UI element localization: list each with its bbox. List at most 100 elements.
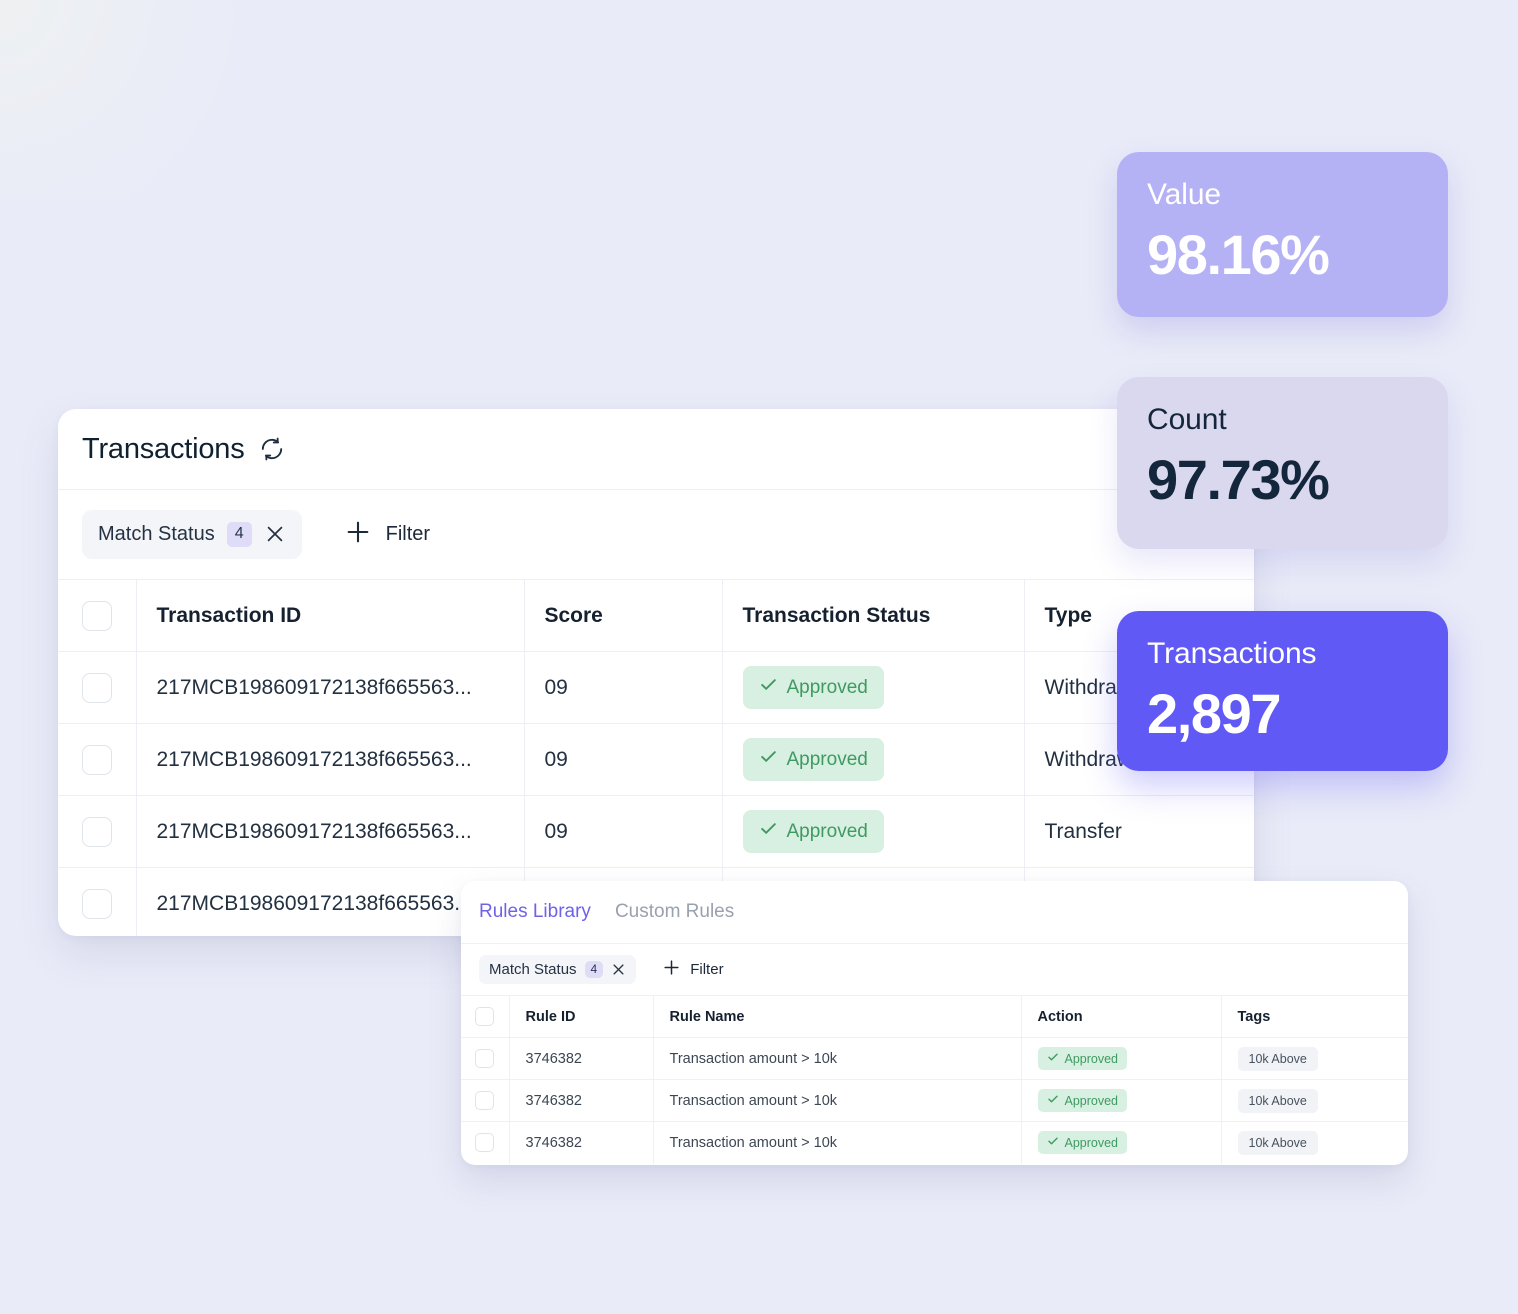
tag-badge: 10k Above xyxy=(1237,1046,1318,1071)
cell-transaction-id: 217MCB198609172138f665563... xyxy=(136,795,525,868)
page-title: Transactions xyxy=(82,432,245,465)
cell-transaction-status: Approved xyxy=(722,651,1025,724)
filter-chip-count: 4 xyxy=(584,960,604,979)
column-header-transaction-status[interactable]: Transaction Status xyxy=(722,579,1025,652)
cell-action: Approved xyxy=(1021,1037,1222,1080)
refresh-icon[interactable] xyxy=(259,436,285,462)
tab-custom-rules[interactable]: Custom Rules xyxy=(615,901,734,923)
select-all-checkbox[interactable] xyxy=(475,1007,495,1026)
select-all-cell[interactable] xyxy=(461,995,510,1038)
close-icon[interactable] xyxy=(611,962,626,977)
table-row[interactable]: 3746382 Transaction amount > 10k Approve… xyxy=(461,1079,1408,1122)
close-icon[interactable] xyxy=(264,523,286,545)
cell-action: Approved xyxy=(1021,1079,1222,1122)
add-filter-label: Filter xyxy=(385,523,431,545)
cell-rule-id: 3746382 xyxy=(509,1037,654,1080)
row-select-cell[interactable] xyxy=(58,651,137,724)
status-badge: Approved xyxy=(742,810,884,853)
row-checkbox[interactable] xyxy=(475,1049,495,1068)
action-badge: Approved xyxy=(1037,1047,1128,1070)
check-icon xyxy=(1047,1093,1059,1108)
status-badge-label: Approved xyxy=(786,748,868,770)
column-header-rule-name[interactable]: Rule Name xyxy=(653,995,1022,1038)
select-all-checkbox[interactable] xyxy=(81,600,112,631)
table-row[interactable]: 217MCB198609172138f665563... 09 Approved… xyxy=(58,795,1254,868)
row-checkbox[interactable] xyxy=(475,1133,495,1153)
column-header-tags[interactable]: Tags xyxy=(1221,995,1408,1038)
table-row[interactable]: 217MCB198609172138f665563... 09 Approved… xyxy=(58,723,1254,796)
table-header-row: Rule ID Rule Name Action Tags xyxy=(461,995,1408,1038)
cell-rule-name: Transaction amount > 10k xyxy=(653,1079,1022,1122)
screenshot-stage: Transactions Match Status 4 Filter Trans… xyxy=(0,0,1518,1314)
check-icon xyxy=(759,747,778,772)
row-checkbox[interactable] xyxy=(81,744,112,775)
rules-tab-bar: Rules Library Custom Rules xyxy=(461,881,1408,943)
cell-tags: 10k Above xyxy=(1221,1079,1408,1122)
add-filter-button[interactable]: Filter xyxy=(662,958,724,981)
filter-chip-match-status[interactable]: Match Status 4 xyxy=(479,954,637,985)
filter-chip-label: Match Status xyxy=(98,522,215,545)
column-header-rule-id[interactable]: Rule ID xyxy=(509,995,654,1038)
column-header-transaction-id[interactable]: Transaction ID xyxy=(136,579,525,652)
stat-card-transactions: Transactions 2,897 xyxy=(1117,611,1448,771)
row-select-cell[interactable] xyxy=(58,867,137,936)
tag-badge: 10k Above xyxy=(1237,1130,1318,1155)
stat-card-value: Value 98.16% xyxy=(1117,152,1448,317)
column-header-score[interactable]: Score xyxy=(524,579,723,652)
cell-rule-name: Transaction amount > 10k xyxy=(653,1121,1022,1164)
cell-transaction-status: Approved xyxy=(722,795,1025,868)
row-checkbox[interactable] xyxy=(81,672,112,703)
table-header-row: Transaction ID Score Transaction Status … xyxy=(58,579,1254,652)
cell-rule-id: 3746382 xyxy=(509,1121,654,1164)
row-select-cell[interactable] xyxy=(58,795,137,868)
check-icon xyxy=(759,819,778,844)
action-badge: Approved xyxy=(1037,1089,1128,1112)
cell-tags: 10k Above xyxy=(1221,1037,1408,1080)
transactions-filter-bar: Match Status 4 Filter xyxy=(58,489,1254,579)
row-select-cell[interactable] xyxy=(461,1037,510,1080)
row-select-cell[interactable] xyxy=(461,1079,510,1122)
rules-table: Rule ID Rule Name Action Tags 3746382 Tr… xyxy=(461,995,1408,1164)
table-row[interactable]: 3746382 Transaction amount > 10k Approve… xyxy=(461,1121,1408,1164)
row-select-cell[interactable] xyxy=(461,1121,510,1164)
cell-type: Transfer xyxy=(1024,795,1254,868)
check-icon xyxy=(759,675,778,700)
transactions-header: Transactions xyxy=(58,409,1254,489)
add-filter-button[interactable]: Filter xyxy=(344,518,430,552)
cell-tags: 10k Above xyxy=(1221,1121,1408,1164)
cell-score: 09 xyxy=(524,795,723,868)
filter-chip-label: Match Status xyxy=(489,961,577,978)
stat-card-label: Transactions xyxy=(1147,637,1317,670)
stat-card-value-text: 98.16% xyxy=(1147,223,1330,286)
row-checkbox[interactable] xyxy=(81,888,112,919)
select-all-cell[interactable] xyxy=(58,579,137,652)
table-row[interactable]: 217MCB198609172138f665563... 09 Approved… xyxy=(58,651,1254,724)
check-icon xyxy=(1047,1135,1059,1150)
cell-transaction-status: Approved xyxy=(722,723,1025,796)
row-select-cell[interactable] xyxy=(58,723,137,796)
tab-rules-library[interactable]: Rules Library xyxy=(479,901,591,923)
stat-card-count: Count 97.73% xyxy=(1117,377,1448,549)
status-badge-label: Approved xyxy=(786,676,868,698)
action-badge-label: Approved xyxy=(1064,1135,1119,1150)
add-filter-label: Filter xyxy=(690,961,724,978)
row-checkbox[interactable] xyxy=(475,1091,495,1110)
row-checkbox[interactable] xyxy=(81,816,112,847)
transactions-panel: Transactions Match Status 4 Filter Trans… xyxy=(58,409,1254,936)
filter-chip-match-status[interactable]: Match Status 4 xyxy=(82,510,302,559)
cell-score: 09 xyxy=(524,651,723,724)
status-badge: Approved xyxy=(742,666,884,709)
column-header-action[interactable]: Action xyxy=(1021,995,1222,1038)
tag-badge: 10k Above xyxy=(1237,1088,1318,1113)
table-row[interactable]: 3746382 Transaction amount > 10k Approve… xyxy=(461,1037,1408,1080)
action-badge-label: Approved xyxy=(1064,1093,1119,1108)
stat-card-label: Value xyxy=(1147,178,1222,211)
cell-transaction-id: 217MCB198609172138f665563... xyxy=(136,723,525,796)
status-badge: Approved xyxy=(742,738,884,781)
check-icon xyxy=(1047,1051,1059,1066)
plus-icon xyxy=(662,958,681,981)
action-badge-label: Approved xyxy=(1064,1051,1119,1066)
plus-icon xyxy=(344,518,372,552)
rules-panel: Rules Library Custom Rules Match Status … xyxy=(461,881,1408,1165)
cell-rule-id: 3746382 xyxy=(509,1079,654,1122)
